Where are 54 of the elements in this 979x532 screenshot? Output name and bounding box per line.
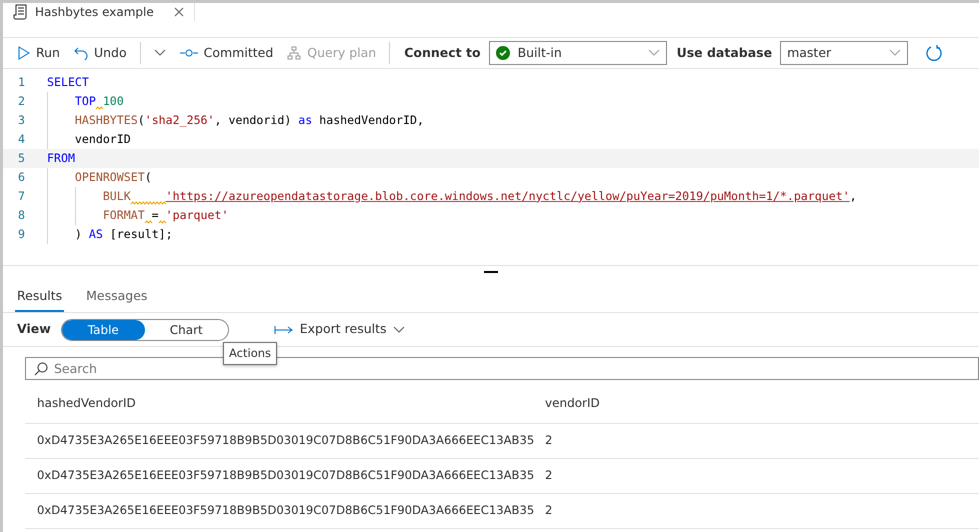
search-icon	[34, 362, 48, 376]
close-icon	[174, 7, 184, 17]
connect-label: Connect to	[404, 44, 481, 62]
search-field[interactable]: Search	[25, 357, 979, 380]
table-cell: 0xD4735E3A265E16EEE03F59718B9B5D03019C07D8B6C51F90DA3A666EEC13AB35	[37, 503, 534, 518]
line-number: 5	[17, 150, 26, 167]
chevron-down-icon	[154, 49, 166, 57]
table-cell: 2	[545, 503, 552, 518]
code-line: SELECT	[47, 74, 89, 91]
column-header[interactable]: hashedVendorID	[37, 396, 136, 410]
export-results-button[interactable]: Export results	[268, 318, 410, 341]
undo-icon	[74, 46, 88, 60]
connection-dropdown[interactable]: Built-in	[488, 41, 667, 65]
line-number: 1	[17, 74, 26, 91]
script-icon	[13, 4, 27, 20]
chevron-down-icon	[889, 49, 902, 57]
table-cell: 0xD4735E3A265E16EEE03F59718B9B5D03019C07D8B6C51F90DA3A666EEC13AB35	[37, 433, 534, 448]
view-label: View	[17, 320, 51, 338]
view-option[interactable]: Table	[62, 320, 145, 340]
line-number: 6	[17, 168, 26, 186]
line-number: 2	[17, 92, 26, 110]
code-line: ) AS [result];	[47, 225, 173, 244]
database-dropdown[interactable]: master	[780, 41, 908, 65]
table-cell: 2	[545, 433, 552, 448]
code-line: HASHBYTES('sha2_256', vendorid) as hashedVendorID,	[47, 111, 424, 130]
refresh-icon	[925, 44, 944, 62]
line-number: 8	[17, 206, 26, 224]
table-cell: 0xD4735E3A265E16EEE03F59718B9B5D03019C07D8B6C51F90DA3A666EEC13AB35	[37, 468, 534, 482]
hierarchy-icon	[287, 46, 302, 60]
code-line: FORMAT = 'parquet'	[47, 206, 228, 225]
line-number: 9	[17, 226, 26, 243]
code-line: OPENROWSET(	[47, 168, 152, 187]
chevron-down-icon	[392, 326, 405, 334]
column-header[interactable]: vendorID	[545, 396, 600, 410]
table-cell: 2	[545, 468, 552, 482]
line-number: 3	[17, 112, 26, 129]
undo-button[interactable]: Undo	[68, 42, 132, 64]
results-tab[interactable]: Results	[15, 283, 64, 312]
tooltip: Actions	[223, 342, 278, 366]
code-line: BULK 'https://azureopendatastorage.blob.core.windows.net/nyctlc/yellow/puYear=2019/puMonth=1/*.parquet',	[47, 187, 857, 206]
commit-icon	[180, 49, 198, 57]
splitter-handle[interactable]	[484, 270, 498, 272]
line-number: 4	[17, 130, 26, 148]
run-button[interactable]: Run	[13, 42, 65, 64]
check-circle-icon	[496, 46, 510, 60]
code-line: TOP 100	[47, 92, 124, 111]
line-number: 7	[17, 188, 26, 205]
arrow-right-icon	[274, 324, 294, 334]
database-label: Use database	[676, 44, 772, 62]
chevron-down-icon	[648, 49, 660, 57]
results-tab[interactable]: Messages	[84, 283, 150, 312]
code-line: FROM	[47, 150, 75, 167]
committed-button[interactable]: Committed	[174, 42, 278, 64]
play-icon	[18, 46, 30, 60]
